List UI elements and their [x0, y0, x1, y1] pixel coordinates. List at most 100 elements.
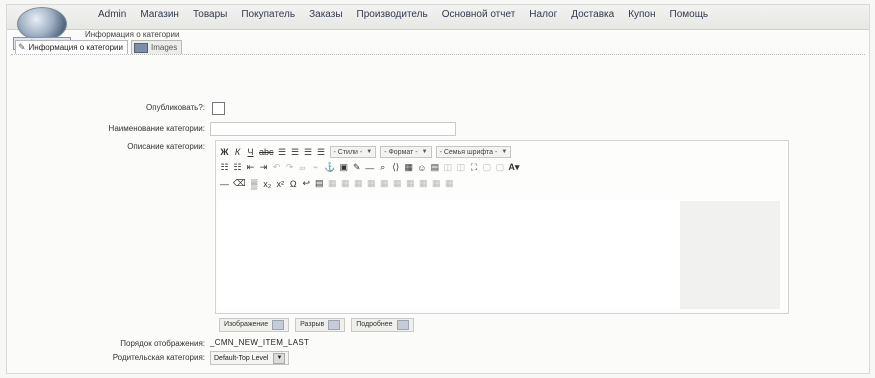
image-icon: [272, 320, 285, 330]
order-label: Порядок отображения:: [120, 339, 205, 348]
backcolor-icon[interactable]: ◫: [456, 162, 466, 173]
link-icon[interactable]: ∞: [298, 163, 307, 173]
hr-icon[interactable]: —: [365, 163, 374, 173]
underline-icon[interactable]: Ч: [246, 147, 255, 157]
category-name-input[interactable]: [210, 122, 456, 136]
unlink-icon[interactable]: ⌁: [311, 162, 320, 173]
merge-cells-icon[interactable]: ▦: [445, 178, 454, 189]
menu-item-manufacturer[interactable]: Производитель: [350, 9, 435, 20]
tab-label: Информация о категории: [28, 43, 123, 52]
parent-category-select[interactable]: Default-Top Level ▼: [210, 351, 290, 365]
styles-select-value: - Стили -: [333, 148, 363, 156]
styles-select[interactable]: - Стили - ▼: [329, 146, 377, 158]
pagebreak-button[interactable]: Разрыв: [295, 318, 346, 332]
row-props-icon[interactable]: ▦: [341, 178, 350, 189]
menu-item-customers[interactable]: Покупатель: [234, 9, 302, 20]
horizontal-rule-icon[interactable]: —: [220, 179, 229, 189]
image-icon: [133, 42, 148, 53]
editor-toolbar-row-1: Ж К Ч abc ☰ ☰ ☰ ☰ - Стили - ▼ - Формат - ▼…: [220, 146, 512, 158]
admin-window: Admin Магазин Товары Покупатель Заказы П…: [6, 4, 870, 374]
table-icon[interactable]: ▦: [404, 162, 413, 173]
chevron-down-icon: ▼: [273, 352, 286, 364]
editor-toolbar-row-2: ☷ ☷ ⇤ ⇥ ↶ ↷ ∞ ⌁ ⚓ ▣ ✎ — ⌕ ⟨⟩ ▦ ☺ ▤ ◫ ◫ ⛶…: [220, 162, 519, 173]
parent-category-label: Родительская категория:: [112, 353, 205, 362]
html-icon[interactable]: ⟨⟩: [391, 162, 400, 173]
find-icon[interactable]: ⌕: [378, 162, 387, 173]
chevron-down-icon: ▼: [501, 149, 508, 155]
fullscreen-icon[interactable]: ⛶: [469, 162, 478, 173]
page-heading: Информация о категории: [85, 30, 180, 39]
delete-col-icon[interactable]: ▦: [432, 178, 441, 189]
insert-layer-icon[interactable]: ▤: [315, 178, 324, 189]
bold-icon[interactable]: Ж: [220, 147, 229, 157]
menu-item-admin[interactable]: Admin: [91, 9, 133, 20]
print-icon[interactable]: ▢: [495, 162, 505, 173]
bullet-list-icon[interactable]: ☷: [220, 162, 229, 173]
readmore-button[interactable]: Подробнее: [351, 318, 414, 332]
tab-divider: [11, 54, 865, 55]
format-select[interactable]: - Формат - ▼: [380, 146, 432, 158]
superscript-icon[interactable]: x²: [276, 179, 285, 189]
format-select-value: - Формат -: [384, 148, 418, 156]
tab-images[interactable]: Images: [130, 40, 183, 54]
font-color-icon[interactable]: A▾: [508, 162, 519, 173]
button-label: Разрыв: [300, 321, 325, 328]
menu-item-orders[interactable]: Заказы: [302, 9, 349, 20]
published-checkbox[interactable]: [212, 102, 225, 115]
undo-icon[interactable]: ↶: [272, 162, 281, 173]
tab-category-info[interactable]: ✎ Информация о категории: [15, 40, 128, 54]
menu-item-tax[interactable]: Налог: [522, 9, 564, 20]
menu-item-report[interactable]: Основной отчет: [435, 9, 523, 20]
remove-format-icon[interactable]: ⌫: [233, 178, 246, 189]
tab-label: Images: [150, 43, 178, 52]
special-char-icon[interactable]: Ω: [289, 179, 298, 189]
insert-line-icon[interactable]: ↩: [302, 178, 311, 189]
outdent-icon[interactable]: ⇤: [246, 162, 255, 173]
col-before-icon[interactable]: ▦: [406, 178, 415, 189]
menu-item-shipping[interactable]: Доставка: [564, 9, 621, 20]
strikethrough-icon[interactable]: abc: [259, 147, 274, 157]
align-right-icon[interactable]: ☰: [304, 147, 313, 158]
button-label: Подробнее: [356, 321, 393, 328]
menu-item-store[interactable]: Магазин: [133, 9, 186, 20]
description-editor: Ж К Ч abc ☰ ☰ ☰ ☰ - Стили - ▼ - Формат - ▼…: [215, 140, 789, 314]
chevron-down-icon: ▼: [421, 149, 428, 155]
redo-icon[interactable]: ↷: [285, 162, 294, 173]
media-icon[interactable]: ▤: [430, 162, 440, 173]
readmore-icon: [396, 320, 409, 330]
menu-item-products[interactable]: Товары: [186, 9, 234, 20]
delete-row-icon[interactable]: ▦: [393, 178, 402, 189]
align-center-icon[interactable]: ☰: [291, 147, 300, 158]
image-insert-icon[interactable]: ▣: [339, 162, 348, 173]
category-name-label: Наименование категории:: [108, 124, 205, 133]
editor-toolbar-row-3: — ⌫ ▒ x₂ x² Ω ↩ ▤ ▦ ▦ ▦ ▦ ▦ ▦ ▦ ▦ ▦ ▦: [220, 178, 454, 189]
cleanup-icon[interactable]: ✎: [352, 162, 361, 173]
subscript-icon[interactable]: x₂: [263, 179, 272, 189]
anchor-icon[interactable]: ⚓: [324, 162, 335, 173]
preview-icon[interactable]: ▢: [482, 162, 492, 173]
editor-buttons: Изображение Разрыв Подробнее: [219, 318, 414, 332]
row-before-icon[interactable]: ▦: [367, 178, 376, 189]
col-after-icon[interactable]: ▦: [419, 178, 428, 189]
chevron-down-icon: ▼: [366, 149, 373, 155]
globe-icon: [17, 7, 67, 41]
font-family-select[interactable]: - Семья шрифта - ▼: [435, 146, 512, 158]
insert-image-button[interactable]: Изображение: [219, 318, 290, 332]
font-select-value: - Семья шрифта -: [439, 148, 498, 156]
align-justify-icon[interactable]: ☰: [317, 147, 326, 158]
numbered-list-icon[interactable]: ☷: [233, 162, 242, 173]
menu-item-coupon[interactable]: Купон: [621, 9, 662, 20]
align-left-icon[interactable]: ☰: [278, 147, 287, 158]
italic-icon[interactable]: К: [233, 147, 242, 157]
main-menu: Admin Магазин Товары Покупатель Заказы П…: [91, 9, 715, 20]
editor-content-area[interactable]: [218, 201, 784, 309]
row-after-icon[interactable]: ▦: [380, 178, 389, 189]
menu-item-help[interactable]: Помощь: [663, 9, 716, 20]
cell-props-icon[interactable]: ▦: [354, 178, 363, 189]
published-label: Опубликовать?:: [146, 103, 205, 112]
indent-icon[interactable]: ⇥: [259, 162, 268, 173]
emoticon-icon[interactable]: ☺: [417, 163, 426, 173]
table-props-icon[interactable]: ▦: [328, 178, 337, 189]
visual-aid-icon[interactable]: ▒: [250, 179, 259, 189]
forecolor-icon[interactable]: ◫: [443, 162, 453, 173]
